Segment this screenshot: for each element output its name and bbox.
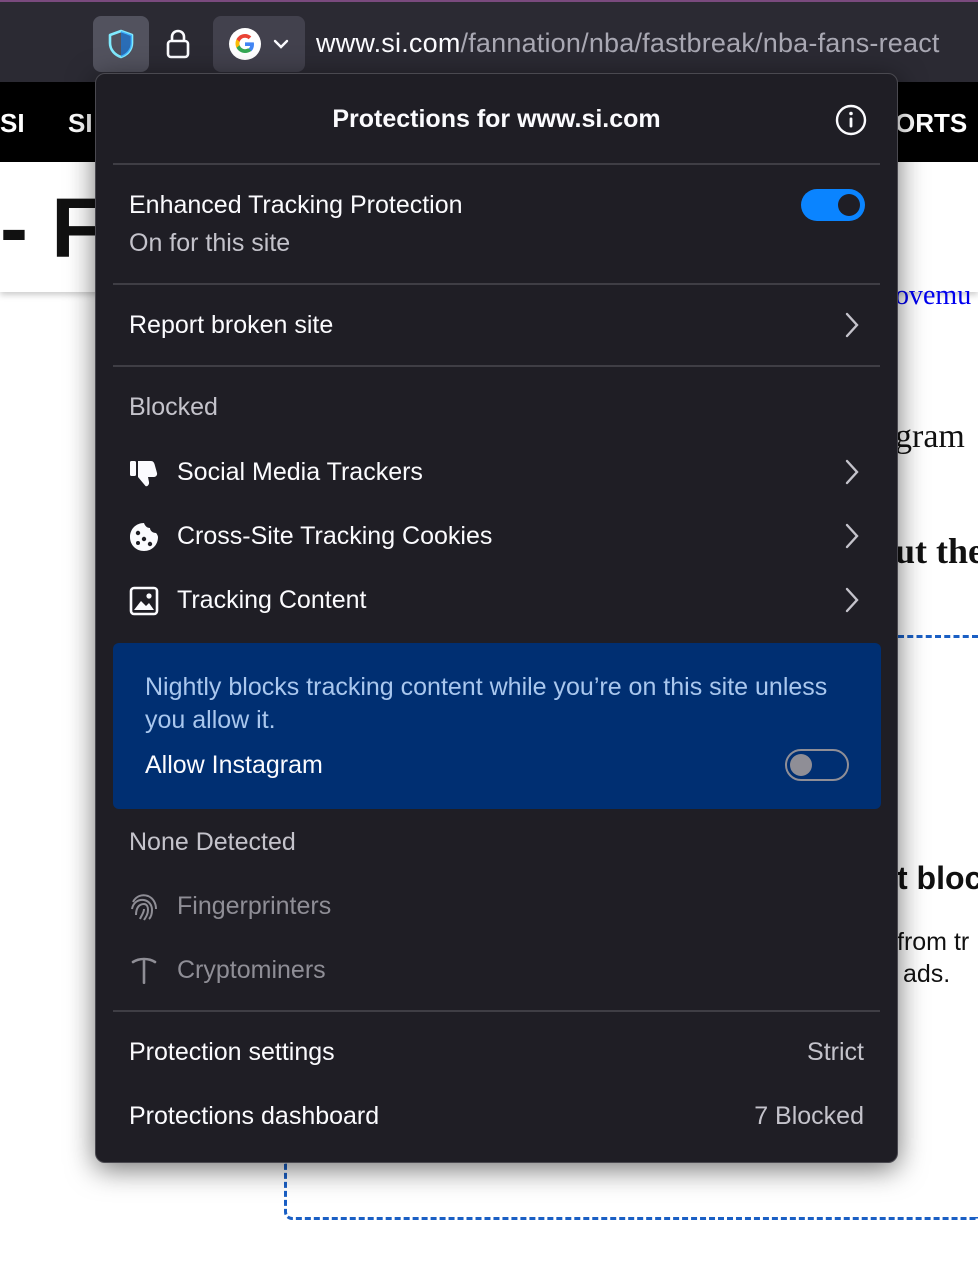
embed-border bbox=[898, 635, 978, 638]
divider bbox=[113, 365, 880, 367]
search-engine-button[interactable] bbox=[213, 16, 305, 72]
etp-status: On for this site bbox=[129, 229, 291, 257]
chevron-right-icon bbox=[845, 312, 859, 338]
info-message: Nightly blocks tracking content while yo… bbox=[145, 673, 828, 734]
nav-item[interactable]: SI bbox=[68, 108, 93, 139]
thumbs-down-icon bbox=[130, 461, 158, 487]
embed-heading: t bloc bbox=[897, 860, 978, 896]
url-path: /fannation/nba/fastbreak/nba-fans-react bbox=[460, 28, 940, 58]
blocked-item-cross-site-cookies[interactable]: Cross-Site Tracking Cookies bbox=[113, 504, 880, 568]
fingerprint-icon bbox=[131, 894, 157, 921]
shield-icon bbox=[108, 29, 134, 59]
browser-toolbar: www.si.com/fannation/nba/fastbreak/nba-f… bbox=[0, 0, 978, 82]
pickaxe-icon bbox=[131, 957, 157, 984]
image-icon bbox=[129, 586, 159, 616]
allow-instagram-toggle[interactable] bbox=[785, 749, 849, 781]
protections-dashboard-label: Protections dashboard bbox=[129, 1102, 380, 1130]
chevron-right-icon bbox=[845, 523, 859, 549]
report-broken-site-label: Report broken site bbox=[129, 311, 334, 339]
protections-dashboard-row[interactable]: Protections dashboard 7 Blocked bbox=[113, 1076, 880, 1140]
none-item-label: Fingerprinters bbox=[177, 892, 332, 920]
allow-instagram-label: Allow Instagram bbox=[145, 751, 323, 779]
chevron-right-icon bbox=[845, 587, 859, 613]
protections-panel: Protections for www.si.com Enhanced Trac… bbox=[95, 73, 898, 1163]
none-item-fingerprinters: Fingerprinters bbox=[113, 874, 880, 938]
nav-item[interactable]: SI bbox=[0, 108, 25, 139]
etp-title: Enhanced Tracking Protection bbox=[129, 191, 463, 219]
embed-border bbox=[284, 1160, 978, 1220]
tracking-content-info-box: Nightly blocks tracking content while yo… bbox=[113, 643, 881, 809]
blocked-item-label: Cross-Site Tracking Cookies bbox=[177, 522, 493, 550]
nav-item[interactable]: ORTS bbox=[895, 108, 967, 139]
article-heading: ut the bbox=[895, 531, 978, 571]
none-detected-heading: None Detected bbox=[129, 828, 296, 856]
divider bbox=[113, 163, 880, 165]
embed-text: from tr bbox=[897, 928, 970, 956]
report-broken-site-row[interactable]: Report broken site bbox=[113, 285, 880, 365]
protection-settings-label: Protection settings bbox=[129, 1038, 335, 1066]
blocked-item-tracking-content[interactable]: Tracking Content bbox=[113, 568, 880, 632]
url-bar[interactable]: www.si.com/fannation/nba/fastbreak/nba-f… bbox=[316, 28, 940, 59]
cookie-icon bbox=[130, 523, 158, 551]
blocked-count-value: 7 Blocked bbox=[754, 1102, 864, 1130]
site-security-button[interactable] bbox=[150, 16, 206, 72]
none-item-label: Cryptominers bbox=[177, 956, 326, 984]
article-text: gram bbox=[895, 418, 965, 455]
etp-toggle[interactable] bbox=[801, 189, 865, 221]
protection-settings-row[interactable]: Protection settings Strict bbox=[113, 1012, 880, 1076]
none-item-cryptominers: Cryptominers bbox=[113, 938, 880, 1002]
protection-level-value: Strict bbox=[807, 1038, 864, 1066]
blocked-heading: Blocked bbox=[129, 393, 218, 421]
tracking-protection-button[interactable] bbox=[93, 16, 149, 72]
chevron-down-icon bbox=[273, 39, 289, 49]
blocked-item-social-media-trackers[interactable]: Social Media Trackers bbox=[113, 440, 880, 504]
embed-text: ads. bbox=[903, 960, 951, 988]
url-host: www.si.com bbox=[316, 28, 461, 58]
chevron-right-icon bbox=[845, 459, 859, 485]
article-link[interactable]: ovemu bbox=[895, 280, 971, 312]
blocked-item-label: Social Media Trackers bbox=[177, 458, 423, 486]
blocked-item-label: Tracking Content bbox=[177, 586, 367, 614]
lock-icon bbox=[166, 29, 190, 59]
info-icon[interactable] bbox=[835, 104, 867, 136]
panel-title: Protections for www.si.com bbox=[332, 104, 661, 133]
google-icon bbox=[229, 28, 261, 60]
